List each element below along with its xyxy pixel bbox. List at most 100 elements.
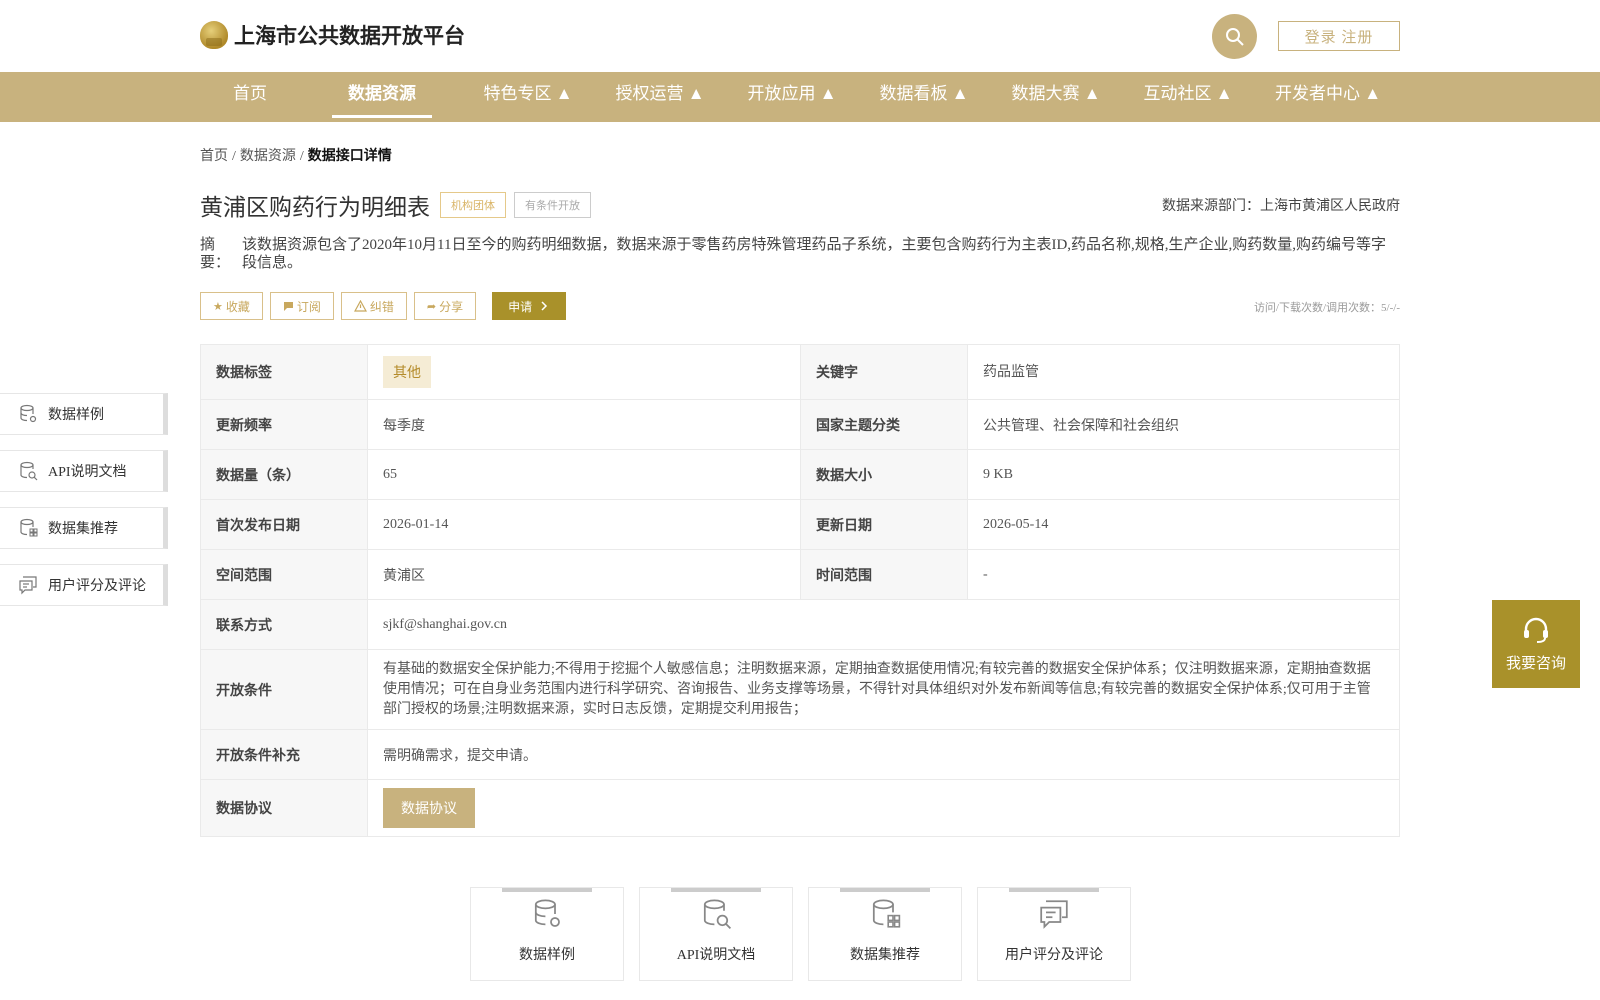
database-grid-icon (872, 899, 901, 928)
card-label: 数据集推荐 (850, 948, 920, 963)
time-range-label: 时间范围 (800, 549, 968, 600)
time-range-value: - (967, 549, 1400, 600)
breadcrumb: 首页 / 数据资源 / 数据接口详情 (200, 145, 392, 165)
data-protocol-button[interactable]: 数据协议 (383, 788, 475, 828)
breadcrumb-section[interactable]: 数据资源 (240, 149, 296, 164)
card-label: API说明文档 (676, 948, 756, 963)
table-row: 开放条件 有基础的数据安全保护能力;不得用于挖掘个人敏感信息；注明数据来源，定期… (200, 649, 1400, 730)
breadcrumb-current: 数据接口详情 (307, 149, 392, 164)
site-logo[interactable]: 上海市公共数据开放平台 (200, 20, 465, 50)
table-row: 数据协议 数据协议 (200, 779, 1400, 837)
card-reviews[interactable]: 用户评分及评论 (977, 887, 1131, 981)
side-item-dataset-recommend[interactable]: 数据集推荐 (0, 507, 168, 549)
database-search-icon (20, 461, 38, 481)
main-nav: 首页 数据资源 特色专区 ▲ 授权运营 ▲ 开放应用 ▲ 数据看板 ▲ 数据大赛… (0, 72, 1600, 122)
search-button[interactable] (1212, 14, 1257, 59)
chevron-right-icon (541, 301, 548, 311)
apply-button[interactable]: 申请 (492, 292, 567, 320)
open-type-badge: 有条件开放 (514, 192, 591, 218)
side-item-reviews[interactable]: 用户评分及评论 (0, 564, 168, 606)
search-icon (1225, 27, 1244, 46)
headset-icon (1524, 617, 1548, 643)
site-title: 上海市公共数据开放平台 (234, 24, 465, 48)
action-bar: ★ 收藏 订阅 纠错 ➦ 分享 申请 (200, 292, 567, 320)
consult-button[interactable]: 我要咨询 (1492, 600, 1580, 688)
space-range-label: 空间范围 (200, 549, 368, 600)
side-item-data-sample[interactable]: 数据样例 (0, 393, 168, 435)
nav-open-apps[interactable]: 开放应用 ▲ (734, 72, 850, 122)
report-label: 纠错 (369, 299, 394, 314)
source-department: 数据来源部门：上海市黄浦区人民政府 (1162, 199, 1400, 214)
dataset-info-table: 数据标签 其他 关键字 药品监管 更新频率 每季度 国家主题分类 公共管理、社会… (200, 344, 1400, 837)
nav-dashboard[interactable]: 数据看板 ▲ (866, 72, 982, 122)
comment-icon (19, 576, 37, 595)
contact-label: 联系方式 (200, 599, 368, 650)
nav-home[interactable]: 首页 (228, 72, 272, 122)
nav-featured[interactable]: 特色专区 ▲ (470, 72, 586, 122)
card-dataset-recommend[interactable]: 数据集推荐 (808, 887, 962, 981)
dataset-title-row: 黄浦区购药行为明细表 机构团体 有条件开放 (200, 188, 591, 222)
bottom-section-cards: 数据样例 API说明文档 数据集推荐 用户评分及评论 (470, 887, 1146, 981)
database-search-icon (703, 899, 732, 930)
nav-competition[interactable]: 数据大赛 ▲ (998, 72, 1114, 122)
apply-label: 申请 (508, 299, 533, 314)
star-icon: ★ (213, 300, 223, 313)
share-button[interactable]: ➦ 分享 (413, 292, 477, 320)
keyword-label: 关键字 (800, 344, 968, 400)
table-row: 联系方式 sjkf@shanghai.gov.cn (200, 599, 1400, 650)
theme-label: 国家主题分类 (800, 399, 968, 450)
favorite-button[interactable]: ★ 收藏 (200, 292, 263, 320)
table-row: 数据标签 其他 关键字 药品监管 (200, 344, 1400, 400)
database-settings-icon (534, 899, 560, 927)
side-item-api-doc[interactable]: API说明文档 (0, 450, 168, 492)
contact-value: sjkf@shanghai.gov.cn (367, 599, 1400, 650)
subscribe-label: 订阅 (296, 299, 321, 314)
database-grid-icon (20, 518, 38, 537)
site-header: 上海市公共数据开放平台 登录 注册 (0, 0, 1600, 72)
login-register-button[interactable]: 登录 注册 (1278, 21, 1400, 51)
database-settings-icon (20, 404, 37, 423)
nav-authorized-ops[interactable]: 授权运营 ▲ (602, 72, 718, 122)
usage-stats: 访问/下载次数/调用次数：5/-/- (1253, 302, 1400, 314)
nav-community[interactable]: 互动社区 ▲ (1130, 72, 1246, 122)
card-api-doc[interactable]: API说明文档 (639, 887, 793, 981)
first-release-label: 首次发布日期 (200, 499, 368, 550)
table-row: 更新频率 每季度 国家主题分类 公共管理、社会保障和社会组织 (200, 399, 1400, 450)
card-data-sample[interactable]: 数据样例 (470, 887, 624, 981)
breadcrumb-separator: / (299, 149, 304, 164)
warning-icon (353, 300, 367, 312)
logo-icon (200, 21, 228, 49)
nav-developer[interactable]: 开发者中心 ▲ (1262, 72, 1394, 122)
tag-label: 数据标签 (200, 344, 368, 400)
side-item-label: 用户评分及评论 (48, 579, 146, 594)
card-label: 用户评分及评论 (1005, 948, 1103, 963)
report-error-button[interactable]: 纠错 (340, 292, 407, 320)
org-type-badge: 机构团体 (440, 192, 506, 218)
size-value: 9 KB (967, 449, 1400, 500)
subscribe-button[interactable]: 订阅 (269, 292, 334, 320)
keyword-value: 药品监管 (967, 344, 1400, 400)
side-item-label: 数据集推荐 (48, 522, 118, 537)
freq-value: 每季度 (367, 399, 801, 450)
table-row: 开放条件补充 需明确需求，提交申请。 (200, 729, 1400, 780)
first-release-value: 2026-01-14 (367, 499, 801, 550)
theme-value: 公共管理、社会保障和社会组织 (967, 399, 1400, 450)
side-anchor-menu: 数据样例 API说明文档 数据集推荐 用户评分及评论 (0, 393, 168, 621)
share-label: 分享 (439, 299, 464, 314)
update-date-value: 2026-05-14 (967, 499, 1400, 550)
count-label: 数据量（条） (200, 449, 368, 500)
open-condition-extra-label: 开放条件补充 (200, 729, 368, 780)
summary-text: 该数据资源包含了2020年10月11日至今的购药明细数据，数据来源于零售药房特殊… (242, 237, 1387, 271)
consult-label: 我要咨询 (1505, 655, 1566, 672)
nav-data-resources[interactable]: 数据资源 (332, 72, 432, 122)
table-row: 空间范围 黄浦区 时间范围 - (200, 549, 1400, 600)
side-item-label: 数据样例 (48, 408, 104, 423)
favorite-label: 收藏 (225, 299, 250, 314)
flag-icon (283, 301, 293, 311)
freq-label: 更新频率 (200, 399, 368, 450)
card-label: 数据样例 (519, 948, 575, 963)
page-title: 黄浦区购药行为明细表 (200, 195, 430, 220)
breadcrumb-home[interactable]: 首页 (200, 149, 228, 164)
data-tag-chip[interactable]: 其他 (383, 356, 431, 388)
count-value: 65 (367, 449, 801, 500)
